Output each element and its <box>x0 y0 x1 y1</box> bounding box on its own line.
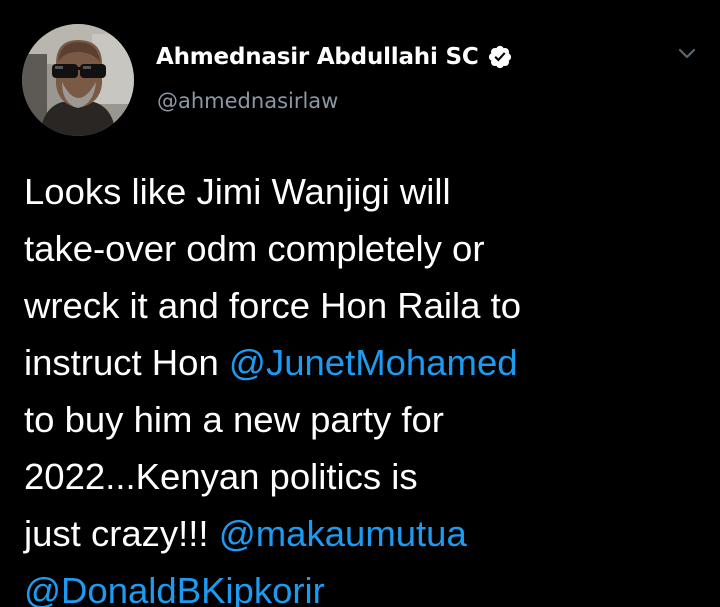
tweet-line: instruct Hon @JunetMohamed <box>24 334 714 391</box>
chevron-down-icon[interactable] <box>674 44 700 64</box>
mention-link[interactable]: @DonaldBKipkorir <box>24 570 325 607</box>
verified-badge-icon <box>487 44 513 70</box>
tweet-text-segment: 2022...Kenyan politics is <box>24 456 418 497</box>
tweet-line: take-over odm completely or <box>24 220 714 277</box>
tweet-line: just crazy!!! @makaumutua <box>24 505 714 562</box>
avatar[interactable] <box>22 24 134 136</box>
tweet-text-segment: instruct Hon <box>24 342 229 383</box>
tweet-text: Looks like Jimi Wanjigi will take-over od… <box>24 163 714 607</box>
tweet-text-segment: take-over odm completely or <box>24 228 485 269</box>
tweet-line: 2022...Kenyan politics is <box>24 448 714 505</box>
tweet-card: Ahmednasir Abdullahi SC @ahmednasirlaw L… <box>0 0 720 607</box>
tweet-line: @DonaldBKipkorir <box>24 562 714 607</box>
tweet-line: Looks like Jimi Wanjigi will <box>24 163 714 220</box>
author-name-row[interactable]: Ahmednasir Abdullahi SC <box>156 40 513 74</box>
mention-link[interactable]: @makaumutua <box>219 513 467 554</box>
display-name[interactable]: Ahmednasir Abdullahi SC <box>156 44 479 70</box>
tweet-text-segment: Looks like Jimi Wanjigi will <box>24 171 451 212</box>
profile-photo-icon <box>22 24 134 136</box>
mention-link[interactable]: @JunetMohamed <box>229 342 518 383</box>
tweet-text-segment: wreck it and force Hon Raila to <box>24 285 522 326</box>
tweet-text-segment: just crazy!!! <box>24 513 219 554</box>
tweet-line: wreck it and force Hon Raila to <box>24 277 714 334</box>
tweet-line: to buy him a new party for <box>24 391 714 448</box>
author-handle[interactable]: @ahmednasirlaw <box>157 89 338 113</box>
tweet-text-segment: to buy him a new party for <box>24 399 444 440</box>
